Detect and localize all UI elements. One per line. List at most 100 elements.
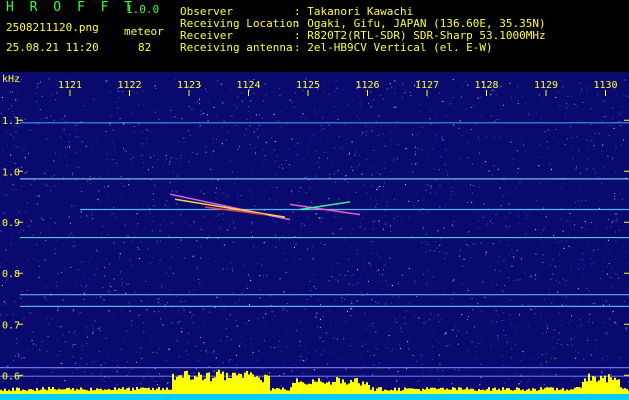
noise-dot xyxy=(123,150,125,152)
noise-dot xyxy=(370,91,372,93)
noise-dot xyxy=(288,148,290,150)
noise-dot xyxy=(543,373,545,375)
noise-dot xyxy=(222,192,224,194)
noise-dot xyxy=(57,340,59,342)
noise-dot xyxy=(10,134,12,136)
noise-dot xyxy=(64,155,66,157)
noise-dot xyxy=(452,97,454,99)
noise-dot xyxy=(584,221,586,223)
noise-dot xyxy=(505,216,507,218)
noise-dot xyxy=(178,356,180,358)
noise-dot xyxy=(435,134,436,136)
noise-dot xyxy=(474,243,476,245)
noise-dot xyxy=(119,253,121,255)
noise-dot xyxy=(592,145,594,147)
noise-dot xyxy=(621,198,623,200)
level-column xyxy=(278,388,280,394)
noise-dot xyxy=(480,310,482,312)
noise-dot xyxy=(525,233,527,235)
noise-dot xyxy=(114,217,116,218)
noise-dot xyxy=(616,93,618,95)
noise-dot xyxy=(452,186,454,188)
noise-dot xyxy=(60,326,62,328)
level-column xyxy=(516,387,518,394)
noise-dot xyxy=(366,159,368,161)
noise-dot xyxy=(517,103,519,104)
noise-dot xyxy=(83,292,85,294)
noise-dot xyxy=(61,272,62,273)
noise-dot xyxy=(237,193,238,195)
level-column xyxy=(126,388,128,394)
noise-dot xyxy=(494,269,496,271)
noise-dot xyxy=(159,225,161,227)
level-column xyxy=(26,390,28,394)
noise-dot xyxy=(425,283,427,285)
noise-dot xyxy=(4,212,6,214)
noise-dot xyxy=(109,85,111,87)
noise-dot xyxy=(251,148,253,150)
noise-dot xyxy=(47,229,49,231)
noise-dot xyxy=(476,291,477,293)
noise-dot xyxy=(200,146,202,148)
noise-dot xyxy=(508,192,510,194)
noise-dot xyxy=(340,228,342,230)
noise-dot xyxy=(552,347,554,349)
noise-dot xyxy=(607,239,609,241)
noise-dot xyxy=(532,147,534,149)
noise-dot xyxy=(315,213,317,215)
noise-dot xyxy=(20,118,22,120)
noise-dot xyxy=(344,368,346,370)
noise-dot xyxy=(89,175,91,177)
noise-dot xyxy=(166,324,168,326)
noise-dot xyxy=(362,268,364,270)
noise-dot xyxy=(294,187,296,188)
noise-dot xyxy=(490,94,492,96)
noise-dot xyxy=(38,248,40,250)
noise-dot xyxy=(395,124,397,126)
level-column xyxy=(8,389,10,394)
noise-dot xyxy=(505,334,507,336)
noise-dot xyxy=(2,99,4,101)
noise-dot xyxy=(350,275,352,277)
noise-dot xyxy=(472,309,474,311)
noise-dot xyxy=(152,351,154,353)
noise-dot xyxy=(264,340,265,342)
noise-dot xyxy=(547,129,549,131)
noise-dot xyxy=(259,297,261,299)
noise-dot xyxy=(11,91,13,93)
noise-dot xyxy=(473,104,475,106)
noise-dot xyxy=(591,222,593,224)
noise-dot xyxy=(304,117,306,119)
noise-dot xyxy=(416,381,418,383)
noise-dot xyxy=(579,319,581,321)
level-column xyxy=(6,391,8,394)
noise-dot xyxy=(215,116,217,118)
noise-dot xyxy=(274,276,276,278)
noise-dot xyxy=(291,101,293,103)
noise-dot xyxy=(40,81,41,83)
noise-dot xyxy=(116,370,118,372)
noise-dot xyxy=(12,366,14,367)
noise-dot xyxy=(346,369,348,371)
noise-dot xyxy=(30,220,32,222)
noise-dot xyxy=(274,141,276,142)
noise-dot xyxy=(461,244,463,246)
noise-dot xyxy=(415,163,417,165)
level-column xyxy=(120,388,122,394)
noise-dot xyxy=(557,273,559,275)
noise-dot xyxy=(141,357,143,359)
noise-dot xyxy=(29,312,30,314)
noise-dot xyxy=(234,227,235,229)
noise-dot xyxy=(146,309,148,311)
noise-dot xyxy=(606,332,608,333)
noise-dot xyxy=(286,258,288,260)
level-column xyxy=(344,382,346,394)
noise-dot xyxy=(248,274,249,276)
noise-dot xyxy=(331,276,333,278)
level-column xyxy=(64,389,66,394)
noise-dot xyxy=(490,91,492,93)
noise-dot xyxy=(271,152,273,154)
noise-dot xyxy=(281,110,283,112)
level-column xyxy=(188,375,190,394)
level-column xyxy=(240,373,242,394)
